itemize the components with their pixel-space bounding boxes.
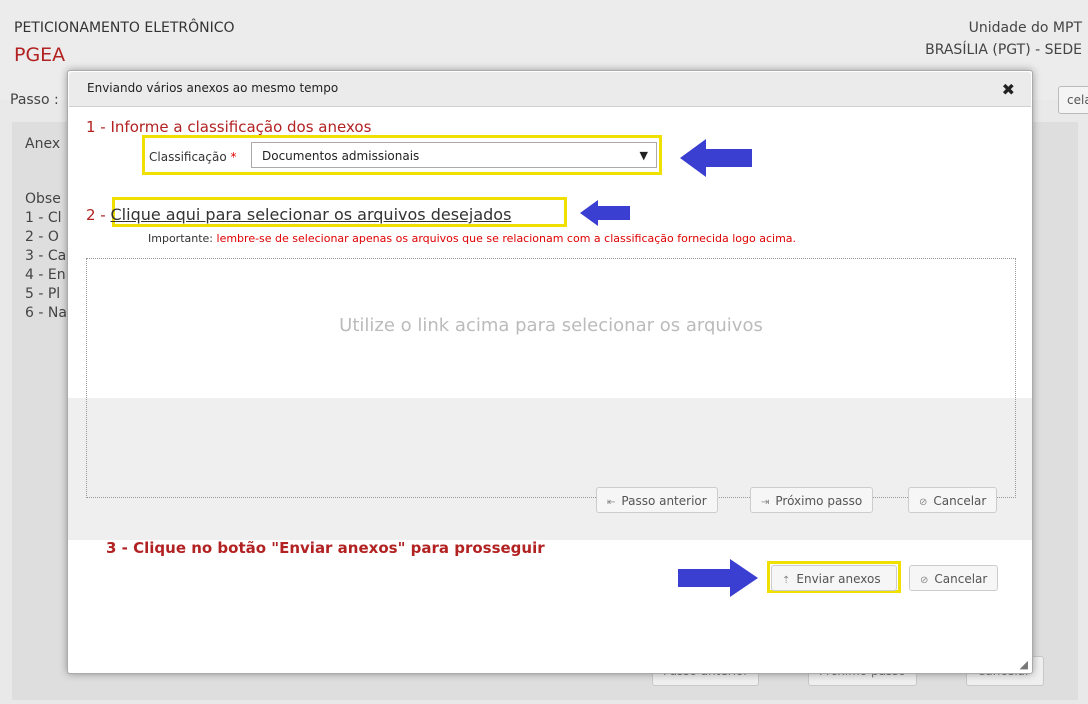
file-dropzone[interactable]: Utilize o link acima para selecionar os … (86, 258, 1016, 498)
dialog-titlebar: Enviando vários anexos ao mesmo tempo ✖ (69, 72, 1031, 107)
unit-location: BRASÍLIA (PGT) - SEDE (925, 42, 1082, 58)
observations-list: Obse 1 - Cl 2 - O 3 - Ca 4 - En 5 - Pl 6… (25, 190, 67, 323)
annotation-arrow-icon (680, 139, 752, 177)
obs-line: 4 - En (25, 267, 66, 283)
classification-select[interactable]: Documentos admissionais ▼ (251, 142, 657, 168)
inner-prev-button[interactable]: ⇤ Passo anterior (596, 487, 718, 513)
obs-line: 6 - Na (25, 305, 67, 321)
important-text: lembre-se de selecionar apenas os arquiv… (216, 232, 797, 245)
obs-line: 3 - Ca (25, 248, 67, 264)
dialog-cancel-button[interactable]: ⊘ Cancelar (909, 565, 999, 591)
dropzone-hint: Utilize o link acima para selecionar os … (339, 315, 763, 336)
top-cancel-button[interactable]: celar (1058, 86, 1088, 114)
cancel-icon: ⊘ (919, 497, 928, 508)
step3-title: 3 - Clique no botão "Enviar anexos" para… (106, 539, 545, 557)
dialog-title: Enviando vários anexos ao mesmo tempo (87, 81, 339, 95)
classification-highlight: Classificação * Documentos admissionais … (142, 135, 662, 175)
upload-icon: ⇡ (782, 575, 791, 586)
step-label: Passo : (10, 92, 59, 108)
obs-line: 5 - Pl (25, 286, 61, 302)
inner-prev-label: Passo anterior (621, 494, 707, 508)
inner-cancel-button[interactable]: ⊘ Cancelar (908, 487, 998, 513)
inner-next-label: Próximo passo (775, 494, 863, 508)
important-label: Importante: (148, 232, 214, 245)
inner-cancel-label: Cancelar (933, 494, 987, 508)
dialog-cancel-label: Cancelar (934, 572, 988, 586)
send-label: Enviar anexos (796, 572, 881, 586)
obs-line: 2 - O (25, 229, 59, 245)
required-mark: * (230, 150, 237, 164)
next-icon: ⇥ (761, 497, 770, 508)
classification-value: Documentos admissionais (262, 149, 420, 163)
annotation-arrow-icon (678, 559, 758, 597)
send-attachments-button[interactable]: ⇡ Enviar anexos (771, 565, 897, 591)
step2-prefix: 2 - (86, 206, 111, 224)
annotation-arrow-icon (580, 200, 630, 226)
select-files-link[interactable]: Clique aqui para selecionar os arquivos … (111, 205, 512, 224)
cancel-icon: ⊘ (920, 575, 929, 586)
annex-label: Anex (25, 136, 61, 152)
prev-icon: ⇤ (607, 497, 616, 508)
inner-next-button[interactable]: ⇥ Próximo passo (750, 487, 874, 513)
multi-upload-dialog: Enviando vários anexos ao mesmo tempo ✖ … (67, 70, 1033, 674)
obs-line: Obse (25, 191, 61, 207)
resize-handle-icon[interactable]: ◢ (1020, 658, 1028, 671)
obs-line: 1 - Cl (25, 210, 62, 226)
app-name: PGEA (14, 44, 66, 66)
classification-label: Classificação * (149, 150, 237, 164)
step2-title: 2 - Clique aqui para selecionar os arqui… (86, 205, 511, 224)
unit-name: Unidade do MPT (968, 20, 1082, 36)
dropdown-arrow-icon: ▼ (639, 149, 648, 162)
step1-title: 1 - Informe a classificação dos anexos (86, 118, 372, 136)
system-title: PETICIONAMENTO ELETRÔNICO (14, 20, 235, 36)
important-note: Importante: lembre-se de selecionar apen… (148, 232, 796, 245)
close-icon[interactable]: ✖ (1002, 80, 1015, 99)
